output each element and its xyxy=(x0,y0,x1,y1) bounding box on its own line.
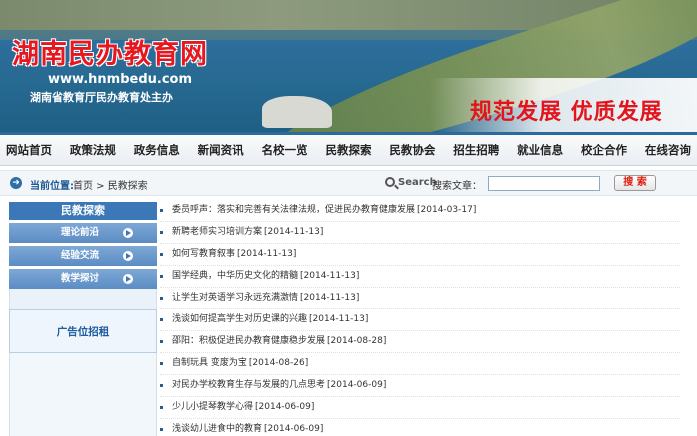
nav-item-association[interactable]: 民教协会 xyxy=(389,142,435,158)
article-date: [2014-03-17] xyxy=(417,205,477,215)
nav-item-exploration[interactable]: 民教探索 xyxy=(325,142,371,158)
article-date: [2014-11-13] xyxy=(237,248,297,259)
list-item: 邵阳：积极促进民办教育健康稳步发展 [2014-08-28] xyxy=(160,331,680,354)
nav-item-schools[interactable]: 名校一览 xyxy=(262,142,308,158)
bullet-icon xyxy=(160,230,163,234)
bullet-icon xyxy=(160,427,163,431)
bullet-icon xyxy=(160,252,163,256)
search-word: Search xyxy=(398,177,437,188)
list-item: 对民办学校教育生存与发展的几点思考 [2014-06-09] xyxy=(160,375,680,398)
banner-statue-image xyxy=(262,96,332,128)
sidebar-item-label: 经验交流 xyxy=(61,250,100,261)
site-url: www.hnmbedu.com xyxy=(48,72,192,87)
nav-item-employment[interactable]: 就业信息 xyxy=(517,142,563,158)
article-date: [2014-08-28] xyxy=(327,336,387,347)
article-title-link[interactable]: 邵阳：积极促进民办教育健康稳步发展 xyxy=(172,336,325,346)
breadcrumb[interactable]: 首页 > 民教探索 xyxy=(73,177,148,192)
article-date: [2014-06-09] xyxy=(327,380,387,391)
list-item: 委员呼声：落实和完善有关法律法规，促进民办教育健康发展 [2014-03-17] xyxy=(160,200,680,222)
article-date: [2014-06-09] xyxy=(255,402,315,413)
list-item: 少儿小提琴教学心得 [2014-06-09] xyxy=(160,397,680,419)
article-list: 委员呼声：落实和完善有关法律法规，促进民办教育健康发展 [2014-03-17] … xyxy=(160,200,680,436)
article-date: [2014-11-13] xyxy=(309,314,369,325)
search-label: 搜索文章： xyxy=(432,181,482,192)
list-item: 浅谈幼儿进食中的教育 [2014-06-09] xyxy=(160,419,680,436)
list-item: 自制玩具 变废为宝 [2014-08-26] xyxy=(160,353,680,376)
ad-placeholder[interactable]: 广告位招租 xyxy=(9,309,157,353)
article-title-link[interactable]: 浅谈如何提高学生对历史课的兴趣 xyxy=(172,314,307,324)
sidebar-item-teaching[interactable]: 教学探讨 xyxy=(9,269,157,289)
location-arrow-icon: ➜ xyxy=(10,177,22,189)
list-item: 新聘老师实习培训方案 [2014-11-13] xyxy=(160,222,680,244)
nav-item-cooperation[interactable]: 校企合作 xyxy=(581,142,627,158)
nav-item-government-info[interactable]: 政务信息 xyxy=(134,142,180,158)
sidebar-item-label: 理论前沿 xyxy=(61,227,100,238)
nav-item-consult[interactable]: 在线咨询 xyxy=(645,142,691,158)
banner-slogan: 规范发展 优质发展 xyxy=(470,100,663,125)
article-title-link[interactable]: 让学生对英语学习永远充满激情 xyxy=(172,293,298,303)
bullet-icon xyxy=(160,274,163,278)
list-item: 如何写教育叙事 [2014-11-13] xyxy=(160,244,680,266)
header-banner: 湖南民办教育网 www.hnmbedu.com 湖南省教育厅民办教育处主办 规范… xyxy=(0,0,697,132)
nav-item-home[interactable]: 网站首页 xyxy=(6,142,52,158)
breadcrumb-label: 当前位置: xyxy=(30,181,74,192)
bullet-icon xyxy=(160,362,163,366)
article-title-link[interactable]: 委员呼声：落实和完善有关法律法规，促进民办教育健康发展 xyxy=(172,205,415,215)
bullet-icon xyxy=(160,406,163,410)
list-item: 国学经典，中华历史文化的精髓 [2014-11-13] xyxy=(160,266,680,288)
nav-item-recruitment[interactable]: 招生招聘 xyxy=(453,142,499,158)
nav-item-news[interactable]: 新闻资讯 xyxy=(198,142,244,158)
article-title-link[interactable]: 如何写教育叙事 xyxy=(172,249,235,259)
main-content: 民教探索 理论前沿 经验交流 教学探讨 广告位招租 委员呼声：落实和完善有关法律… xyxy=(0,196,697,436)
sidebar-item-label: 教学探讨 xyxy=(61,273,100,284)
sidebar-bottom xyxy=(9,353,157,436)
play-icon xyxy=(123,274,133,284)
bullet-icon xyxy=(160,340,163,344)
article-title-link[interactable]: 自制玩具 变废为宝 xyxy=(172,358,247,368)
article-title-link[interactable]: 对民办学校教育生存与发展的几点思考 xyxy=(172,380,325,390)
sidebar-item-theory[interactable]: 理论前沿 xyxy=(9,223,157,243)
bullet-icon xyxy=(160,384,163,388)
article-title-link[interactable]: 少儿小提琴教学心得 xyxy=(172,402,253,412)
site-department: 湖南省教育厅民办教育处主办 xyxy=(30,91,173,104)
nav-item-policy[interactable]: 政策法规 xyxy=(70,142,116,158)
main-nav: 网站首页 政策法规 政务信息 新闻资讯 名校一览 民教探索 民教协会 招生招聘 … xyxy=(0,132,697,166)
list-item: 浅谈如何提高学生对历史课的兴趣 [2014-11-13] xyxy=(160,309,680,332)
sidebar-item-experience[interactable]: 经验交流 xyxy=(9,246,157,266)
article-date: [2014-08-26] xyxy=(248,358,309,369)
site-logo-title[interactable]: 湖南民办教育网 xyxy=(12,32,208,71)
play-icon xyxy=(123,251,133,261)
breadcrumb-bar: ➜ 当前位置: 首页 > 民教探索 Search 搜索文章： 搜 索 xyxy=(0,170,697,196)
search-icon xyxy=(385,177,395,187)
bullet-icon xyxy=(160,318,163,322)
bullet-icon xyxy=(160,209,163,212)
article-title-link[interactable]: 国学经典，中华历史文化的精髓 xyxy=(172,271,298,281)
play-icon xyxy=(123,228,133,238)
article-date: [2014-11-13] xyxy=(264,226,324,237)
sidebar-spacer xyxy=(9,289,157,309)
article-date: [2014-06-09] xyxy=(264,423,324,434)
article-date: [2014-11-13] xyxy=(300,270,360,281)
search-input[interactable] xyxy=(488,176,600,191)
article-title-link[interactable]: 新聘老师实习培训方案 xyxy=(172,227,262,237)
list-item: 让学生对英语学习永远充满激情 [2014-11-13] xyxy=(160,288,680,310)
article-date: [2014-11-13] xyxy=(300,292,360,303)
bullet-icon xyxy=(160,296,163,300)
sidebar: 民教探索 理论前沿 经验交流 教学探讨 广告位招租 xyxy=(9,202,157,436)
search-button[interactable]: 搜 索 xyxy=(614,175,656,191)
sidebar-heading: 民教探索 xyxy=(9,202,157,220)
article-title-link[interactable]: 浅谈幼儿进食中的教育 xyxy=(172,424,262,434)
